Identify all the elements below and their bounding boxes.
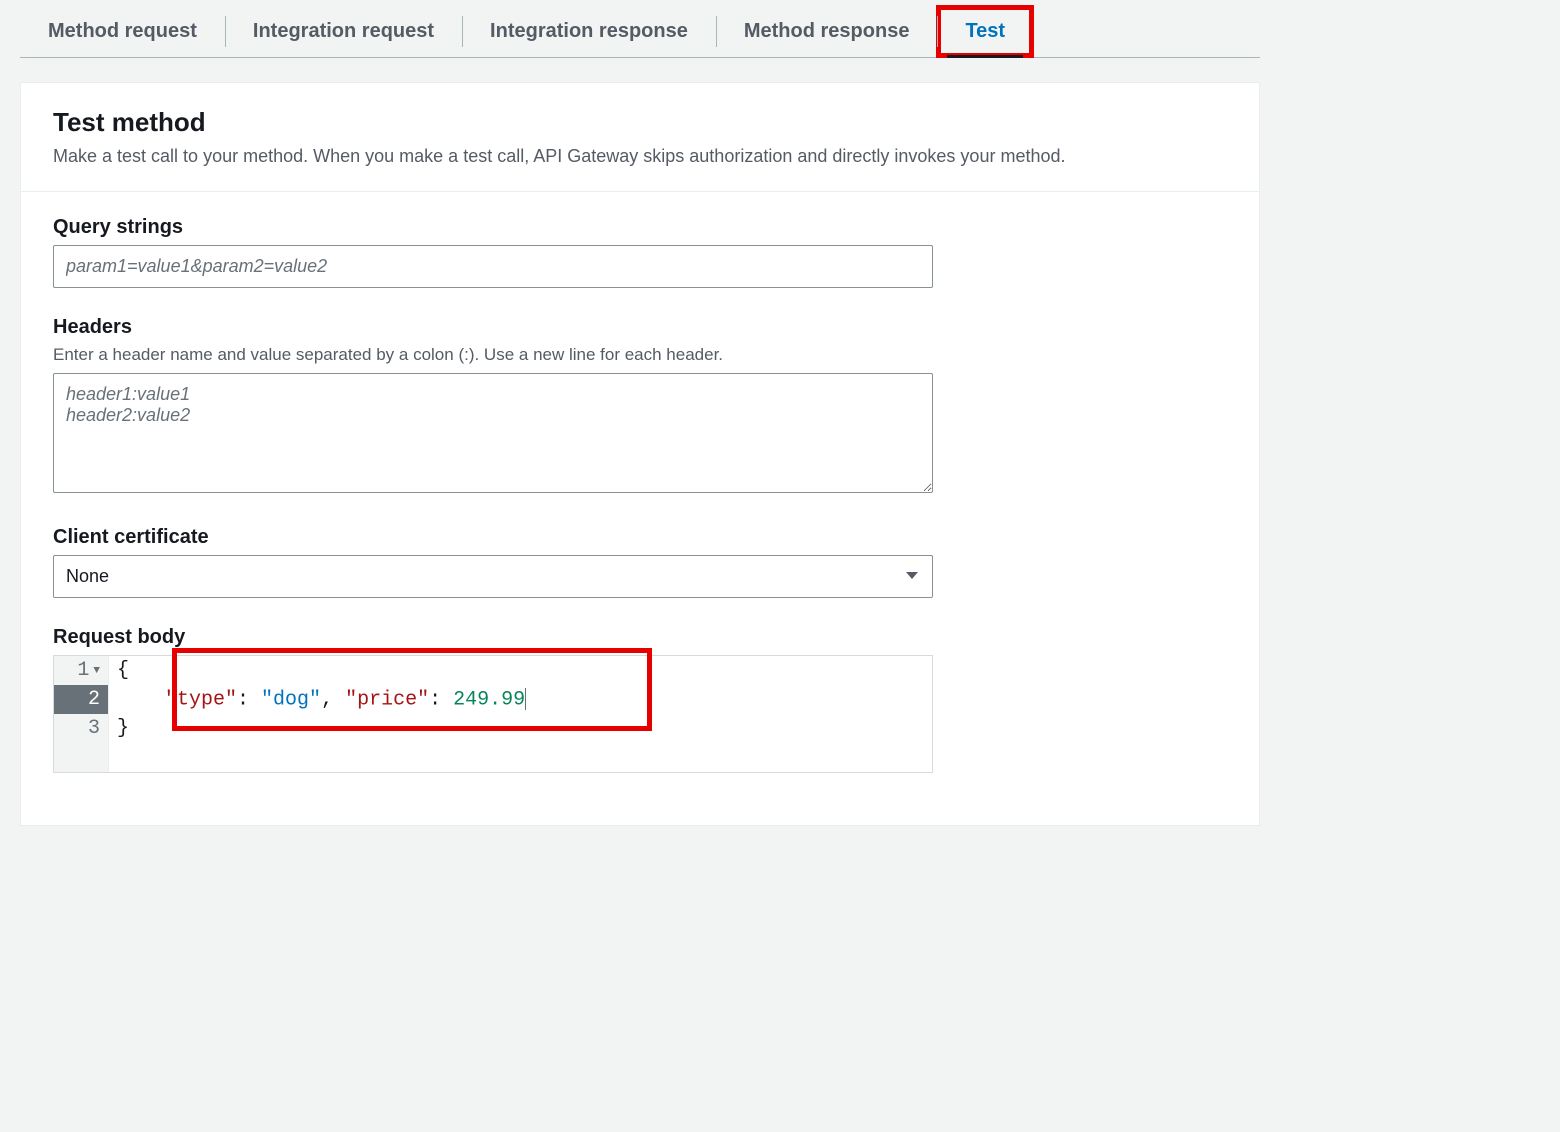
- request-body-editor[interactable]: 1 ▼ { 2 "type": "dog", "price": 249.99: [53, 655, 933, 773]
- headers-hint: Enter a header name and value separated …: [53, 345, 1227, 365]
- code-row-blank: [54, 743, 932, 772]
- tab-integration-request[interactable]: Integration request: [225, 6, 462, 57]
- headers-group: Headers Enter a header name and value se…: [53, 316, 1227, 498]
- client-cert-select[interactable]: None: [53, 555, 933, 598]
- headers-textarea[interactable]: [53, 373, 933, 493]
- code-line-3[interactable]: }: [109, 714, 932, 743]
- panel-body: Query strings Headers Enter a header nam…: [21, 192, 1259, 825]
- client-cert-group: Client certificate None: [53, 526, 1227, 598]
- code-line-2[interactable]: "type": "dog", "price": 249.99: [109, 685, 932, 714]
- tab-method-response[interactable]: Method response: [716, 6, 938, 57]
- query-strings-input[interactable]: [53, 245, 933, 288]
- gutter-2: 2: [54, 685, 109, 714]
- code-row-3: 3 }: [54, 714, 932, 743]
- query-strings-label: Query strings: [53, 216, 1227, 239]
- line-number: 2: [88, 688, 100, 711]
- headers-label: Headers: [53, 316, 1227, 339]
- line-number: 1: [77, 659, 89, 682]
- code-line-1[interactable]: {: [109, 656, 932, 685]
- request-body-label: Request body: [53, 626, 1227, 649]
- code-row-1: 1 ▼ {: [54, 656, 932, 685]
- tabs-bar: Method request Integration request Integ…: [20, 0, 1260, 58]
- tab-method-request[interactable]: Method request: [20, 6, 225, 57]
- tab-integration-response[interactable]: Integration response: [462, 6, 716, 57]
- panel-subtitle: Make a test call to your method. When yo…: [53, 146, 1227, 167]
- panel-title: Test method: [53, 107, 1227, 138]
- query-strings-group: Query strings: [53, 216, 1227, 288]
- gutter-3: 3: [54, 714, 109, 743]
- gutter-1: 1 ▼: [54, 656, 109, 685]
- panel-header: Test method Make a test call to your met…: [21, 83, 1259, 192]
- tab-test[interactable]: Test: [937, 6, 1033, 57]
- client-cert-label: Client certificate: [53, 526, 1227, 549]
- code-line-blank[interactable]: [109, 743, 932, 772]
- cursor: [525, 688, 526, 710]
- test-method-panel: Test method Make a test call to your met…: [20, 82, 1260, 826]
- code-row-2: 2 "type": "dog", "price": 249.99: [54, 685, 932, 714]
- gutter-blank: [54, 743, 109, 772]
- request-body-group: Request body 1 ▼ { 2 "type": "dog",: [53, 626, 1227, 773]
- fold-icon[interactable]: ▼: [93, 665, 100, 677]
- line-number: 3: [88, 717, 100, 740]
